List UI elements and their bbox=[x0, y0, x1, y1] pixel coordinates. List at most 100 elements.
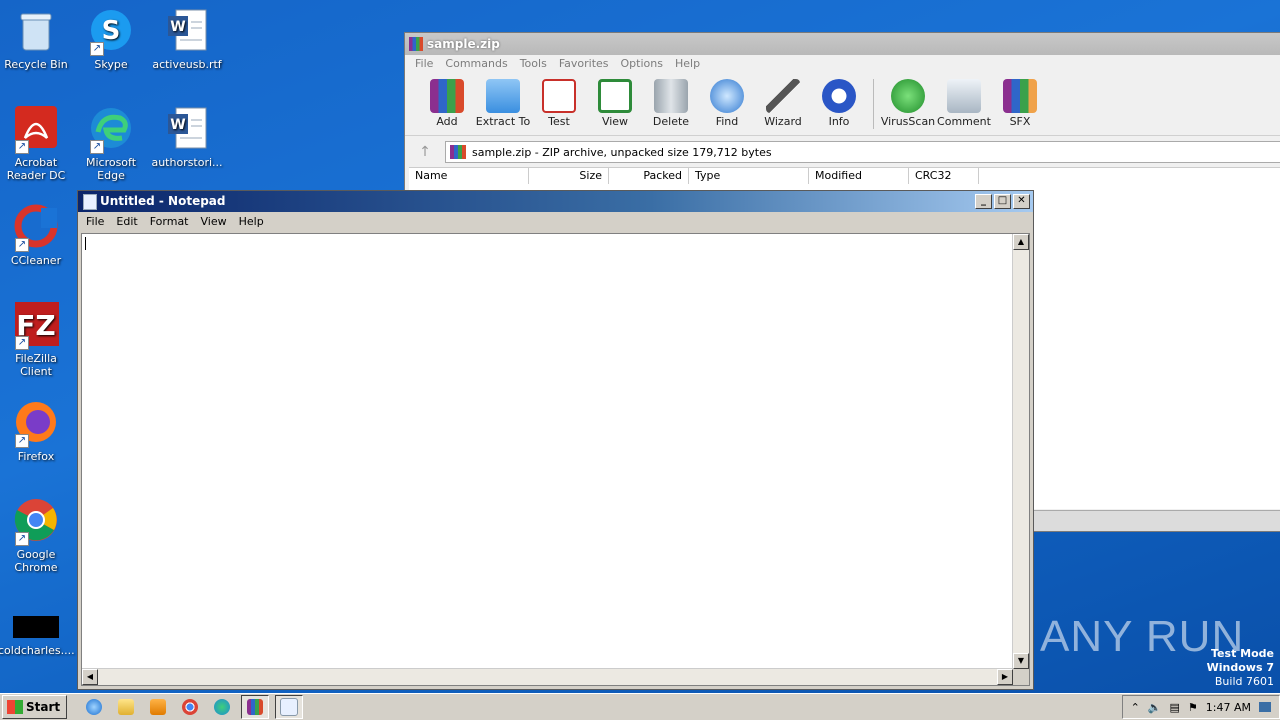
column-size[interactable]: Size bbox=[529, 168, 609, 184]
delete-button[interactable]: Delete bbox=[643, 73, 699, 135]
desktop-icon-coldcharles[interactable]: coldcharles.... bbox=[0, 614, 75, 657]
desktop-icon-recycle-bin[interactable]: Recycle Bin bbox=[0, 8, 74, 71]
recycle-bin-icon bbox=[13, 8, 59, 54]
scroll-down-button[interactable]: ▼ bbox=[1013, 653, 1029, 669]
svg-text:S: S bbox=[102, 16, 121, 46]
taskbar-notepad[interactable] bbox=[275, 695, 304, 719]
edge-icon bbox=[214, 699, 231, 715]
column-crc32[interactable]: CRC32 bbox=[909, 168, 979, 184]
winrar-menu-help[interactable]: Help bbox=[669, 55, 706, 73]
winrar-menu-options[interactable]: Options bbox=[615, 55, 669, 73]
info-button[interactable]: Info bbox=[811, 73, 867, 135]
notepad-menu-file[interactable]: File bbox=[80, 212, 110, 232]
comment-button[interactable]: Comment bbox=[936, 73, 992, 135]
desktop-icon-chrome[interactable]: ↗ Google Chrome bbox=[0, 498, 74, 574]
desktop-icon-acrobat[interactable]: ↗ Acrobat Reader DC bbox=[0, 106, 74, 182]
desktop-icon-label: Recycle Bin bbox=[4, 58, 68, 71]
notepad-menu-help[interactable]: Help bbox=[233, 212, 270, 232]
horizontal-scrollbar[interactable]: ◀ ▶ bbox=[82, 668, 1013, 685]
column-type[interactable]: Type bbox=[689, 168, 809, 184]
shortcut-arrow-icon: ↗ bbox=[90, 140, 104, 154]
scroll-left-button[interactable]: ◀ bbox=[82, 669, 98, 685]
wizard-label: Wizard bbox=[764, 115, 802, 128]
show-desktop-icon[interactable] bbox=[1259, 702, 1271, 712]
view-button[interactable]: View bbox=[587, 73, 643, 135]
desktop-icon-firefox[interactable]: ↗ Firefox bbox=[0, 400, 74, 463]
skype-icon: S ↗ bbox=[88, 8, 134, 56]
taskbar-edge[interactable] bbox=[209, 696, 235, 718]
add-archive-icon bbox=[430, 79, 464, 113]
test-label: Test bbox=[548, 115, 570, 128]
magnifier-icon bbox=[710, 79, 744, 113]
taskbar-chrome[interactable] bbox=[177, 696, 203, 718]
maximize-button[interactable]: □ bbox=[994, 194, 1011, 209]
text-caret bbox=[85, 237, 86, 250]
find-button[interactable]: Find bbox=[699, 73, 755, 135]
notepad-app-icon bbox=[83, 194, 97, 210]
desktop-icon-label: Google Chrome bbox=[14, 548, 58, 574]
test-checklist-icon bbox=[542, 79, 576, 113]
network-icon[interactable]: ▤ bbox=[1170, 701, 1180, 714]
resize-grip-icon[interactable] bbox=[1013, 669, 1029, 685]
action-center-flag-icon[interactable]: ⚑ bbox=[1188, 701, 1198, 714]
sfx-button[interactable]: SFX bbox=[992, 73, 1048, 135]
wizard-button[interactable]: Wizard bbox=[755, 73, 811, 135]
winrar-titlebar[interactable]: sample.zip bbox=[405, 33, 1280, 55]
taskbar-explorer[interactable] bbox=[113, 696, 139, 718]
trash-icon bbox=[654, 79, 688, 113]
up-arrow-icon[interactable]: ↑ bbox=[405, 144, 445, 160]
desktop-icon-ccleaner[interactable]: ↗ CCleaner bbox=[0, 204, 74, 267]
desktop-icon-label: Acrobat Reader DC bbox=[6, 156, 66, 182]
comment-label: Comment bbox=[937, 115, 991, 128]
close-button[interactable]: ✕ bbox=[1013, 194, 1030, 209]
winrar-menu-commands[interactable]: Commands bbox=[439, 55, 513, 73]
add-button[interactable]: Add bbox=[419, 73, 475, 135]
notepad-titlebar[interactable]: Untitled - Notepad _ □ ✕ bbox=[78, 191, 1033, 212]
notepad-menubar: File Edit Format View Help bbox=[78, 212, 1033, 232]
scroll-right-button[interactable]: ▶ bbox=[997, 669, 1013, 685]
windows-logo-icon bbox=[7, 700, 23, 714]
desktop-icon-skype[interactable]: S ↗ Skype bbox=[73, 8, 149, 71]
winrar-menu-favorites[interactable]: Favorites bbox=[553, 55, 615, 73]
vertical-scrollbar[interactable]: ▲ ▼ bbox=[1012, 234, 1029, 669]
sfx-box-icon bbox=[1003, 79, 1037, 113]
desktop-icon-label: activeusb.rtf bbox=[152, 58, 222, 71]
minimize-button[interactable]: _ bbox=[975, 194, 992, 209]
notepad-text-area[interactable]: ▲ ▼ ◀ ▶ bbox=[81, 233, 1030, 686]
winrar-menu-file[interactable]: File bbox=[409, 55, 439, 73]
taskbar: Start ⌃ 🔈 ▤ ⚑ 1:47 AM bbox=[0, 693, 1280, 720]
start-button[interactable]: Start bbox=[2, 695, 68, 719]
volume-icon[interactable]: 🔈 bbox=[1148, 701, 1162, 714]
extract-to-button[interactable]: Extract To bbox=[475, 73, 531, 135]
virusscan-button[interactable]: VirusScan bbox=[880, 73, 936, 135]
notepad-menu-format[interactable]: Format bbox=[144, 212, 195, 232]
clock[interactable]: 1:47 AM bbox=[1206, 701, 1251, 714]
column-name[interactable]: Name bbox=[409, 168, 529, 184]
delete-label: Delete bbox=[652, 115, 690, 128]
desktop-icon-activeusb[interactable]: W activeusb.rtf bbox=[149, 8, 225, 71]
toolbar-separator bbox=[873, 79, 874, 129]
show-hidden-icons-icon[interactable]: ⌃ bbox=[1131, 701, 1140, 714]
test-button[interactable]: Test bbox=[531, 73, 587, 135]
archive-path-field[interactable]: sample.zip - ZIP archive, unpacked size … bbox=[445, 141, 1280, 163]
notepad-menu-view[interactable]: View bbox=[195, 212, 233, 232]
folder-icon bbox=[486, 79, 520, 113]
shortcut-arrow-icon: ↗ bbox=[15, 140, 29, 154]
column-packed[interactable]: Packed bbox=[609, 168, 689, 184]
winrar-menu-tools[interactable]: Tools bbox=[514, 55, 553, 73]
desktop-icon-filezilla[interactable]: FZ ↗ FileZilla Client bbox=[0, 302, 74, 378]
acrobat-icon: ↗ bbox=[13, 106, 59, 154]
find-label: Find bbox=[715, 115, 739, 128]
notepad-menu-edit[interactable]: Edit bbox=[110, 212, 143, 232]
desktop-icon-edge[interactable]: ↗ Microsoft Edge bbox=[73, 106, 149, 182]
folder-icon bbox=[118, 699, 135, 715]
notepad-window[interactable]: Untitled - Notepad _ □ ✕ File Edit Forma… bbox=[77, 190, 1034, 690]
taskbar-ie[interactable] bbox=[81, 696, 107, 718]
column-modified[interactable]: Modified bbox=[809, 168, 909, 184]
taskbar-winrar[interactable] bbox=[241, 695, 270, 719]
notepad-icon bbox=[280, 698, 299, 716]
scroll-up-button[interactable]: ▲ bbox=[1013, 234, 1029, 250]
taskbar-media-player[interactable] bbox=[145, 696, 171, 718]
winrar-title: sample.zip bbox=[427, 37, 500, 51]
desktop-icon-authorstori[interactable]: W authorstori... bbox=[149, 106, 225, 169]
